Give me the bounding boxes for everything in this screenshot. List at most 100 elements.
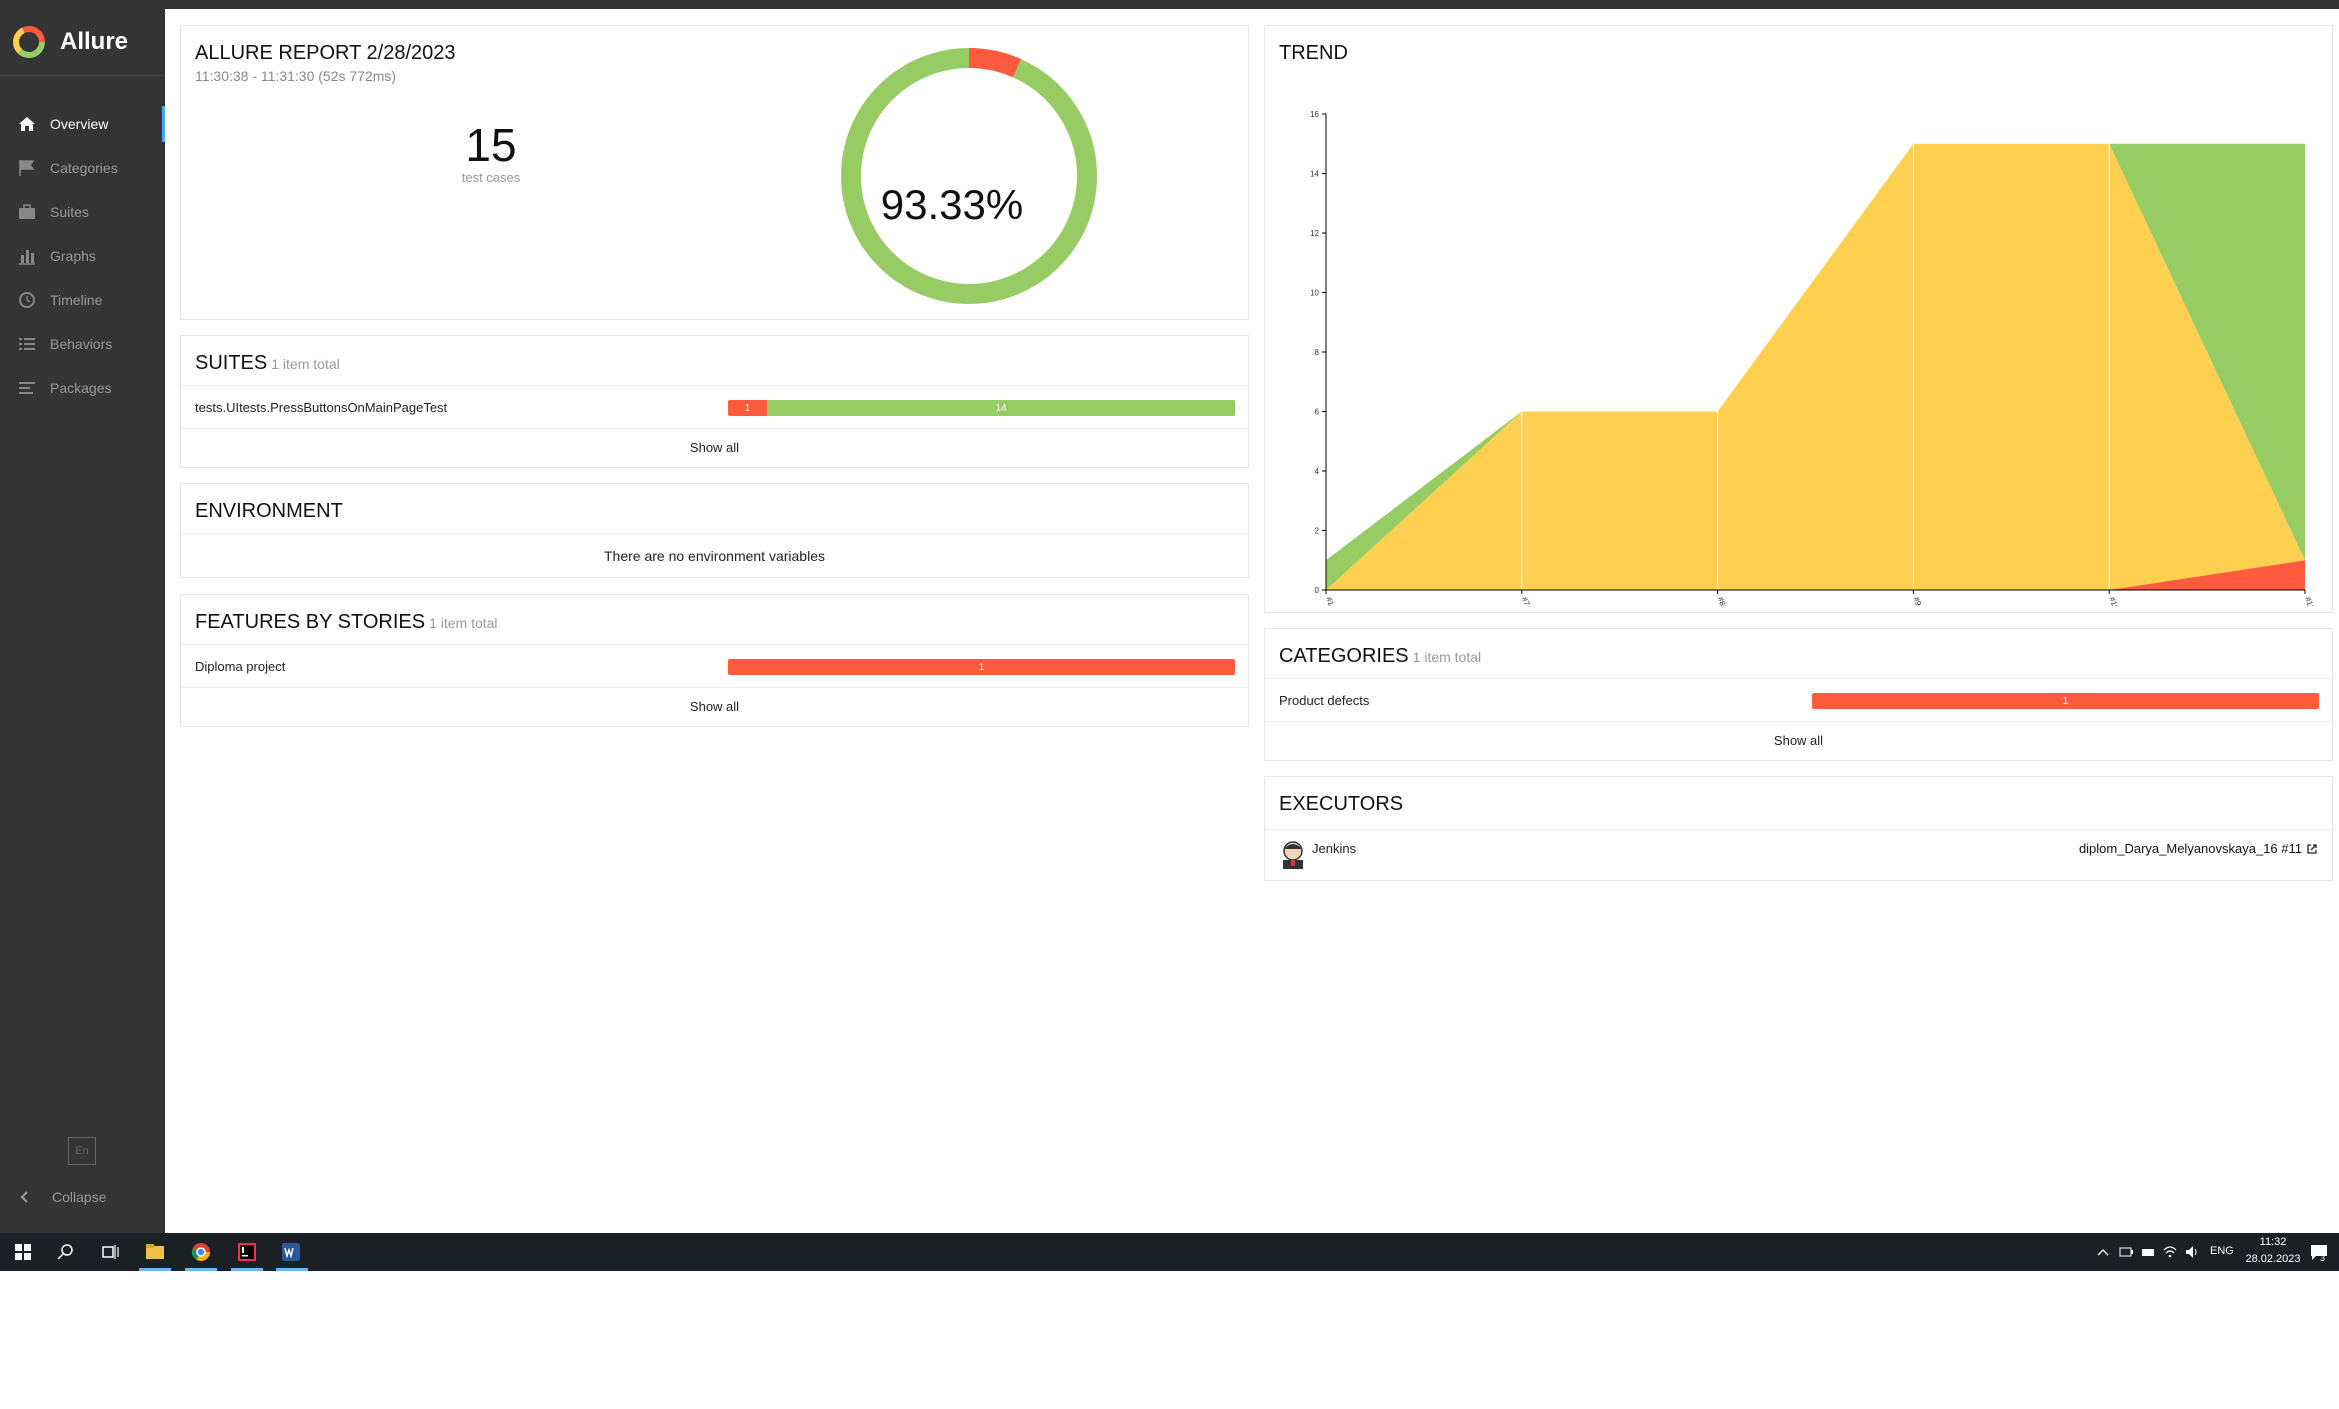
collapse-label: Collapse xyxy=(52,1189,107,1205)
home-icon xyxy=(19,117,35,131)
trend-y-tick-label: 12 xyxy=(1310,229,1319,238)
divider xyxy=(1265,678,2332,679)
jenkins-avatar-icon xyxy=(1283,841,1303,869)
suites-title-text: SUITES xyxy=(195,352,268,374)
sidebar-item-graphs[interactable]: Graphs xyxy=(0,234,165,278)
sidebar-item-categories[interactable]: Categories xyxy=(0,146,165,190)
sidebar-item-label: Packages xyxy=(50,380,112,396)
clock-time[interactable]: 11:32 xyxy=(2245,1236,2301,1248)
trend-x-tick-label: #9 xyxy=(1912,596,1924,606)
feature-status-bar[interactable]: 1 xyxy=(728,659,1235,675)
sidebar-item-behaviors[interactable]: Behaviors xyxy=(0,322,165,366)
divider xyxy=(1265,721,2332,722)
success-rate-donut[interactable] xyxy=(837,44,1101,308)
active-indicator xyxy=(276,1268,308,1271)
donut-passed-segment xyxy=(841,48,1097,304)
align-left-icon xyxy=(19,382,35,394)
category-row-name[interactable]: Product defects xyxy=(1279,693,1369,708)
trend-chart[interactable]: 0 2 4 6 8 10 12 14 16 #1 #7 #8 #9 #10 #11 xyxy=(1265,76,2332,606)
word-icon[interactable] xyxy=(280,1241,302,1263)
suites-show-all-link[interactable]: Show all xyxy=(181,440,1248,455)
divider xyxy=(181,533,1248,534)
features-total: 1 item total xyxy=(429,615,498,631)
trend-y-tick-label: 2 xyxy=(1315,527,1320,536)
executor-name: Jenkins xyxy=(1312,841,1357,856)
test-case-count-label: test cases xyxy=(461,170,521,185)
trend-x-tick-label: #11 xyxy=(2303,596,2316,606)
sidebar-item-overview[interactable]: Overview xyxy=(0,102,165,146)
suite-row-name[interactable]: tests.UItests.PressButtonsOnMainPageTest xyxy=(195,400,447,415)
success-rate: 93.33% xyxy=(880,181,1024,228)
divider xyxy=(1265,829,2332,830)
window-top-bar xyxy=(0,0,2339,9)
test-case-count: 15 xyxy=(465,119,517,171)
suite-status-bar[interactable]: 1 14 xyxy=(728,400,1235,416)
trend-x-tick-label: #7 xyxy=(1520,596,1532,606)
wifi-icon[interactable] xyxy=(2162,1241,2178,1263)
notification-icon[interactable] xyxy=(2308,1241,2330,1263)
file-explorer-icon[interactable] xyxy=(144,1241,166,1263)
external-link-icon xyxy=(2307,843,2317,854)
sidebar-item-packages[interactable]: Packages xyxy=(0,366,165,410)
trend-widget: TREND 0 2 4 6 8 10 12 14 16 #1 #7 #8 #9 #10 #11 xyxy=(1264,25,2333,613)
chevron-up-icon[interactable] xyxy=(2095,1241,2111,1263)
executor-build-label: diplom_Darya_Melyanovskaya_16 #11 xyxy=(2078,841,2302,856)
executors-title: EXECUTORS xyxy=(1279,793,1404,815)
intellij-idea-icon[interactable] xyxy=(236,1241,258,1263)
divider xyxy=(181,385,1248,386)
trend-y-tick-label: 14 xyxy=(1310,170,1319,179)
language-switcher[interactable]: En xyxy=(68,1137,96,1165)
windows-taskbar: ENG 11:32 28.02.2023 3 xyxy=(0,1233,2339,1271)
features-widget: FEATURES BY STORIES 1 item total Diploma … xyxy=(180,594,1249,727)
power-plug-icon[interactable] xyxy=(2140,1241,2156,1263)
clock-icon xyxy=(19,292,35,308)
feature-failed-segment: 1 xyxy=(728,659,1235,675)
trend-x-tick-label: #1 xyxy=(1324,596,1336,606)
volume-icon[interactable] xyxy=(2184,1241,2200,1263)
report-time-range: 11:30:38 - 11:31:30 (52s 772ms) xyxy=(195,68,397,84)
categories-title: CATEGORIES 1 item total xyxy=(1279,645,1481,668)
divider xyxy=(181,644,1248,645)
brand[interactable]: Allure xyxy=(0,9,165,76)
bar-chart-icon xyxy=(19,250,35,265)
environment-widget: ENVIRONMENT There are no environment var… xyxy=(180,483,1249,578)
sidebar-item-label: Timeline xyxy=(50,292,103,308)
suites-total: 1 item total xyxy=(271,356,340,372)
trend-y-tick-label: 10 xyxy=(1310,289,1319,298)
divider xyxy=(181,687,1248,688)
flag-icon xyxy=(19,160,35,176)
summary-widget: ALLURE REPORT 2/28/2023 11:30:38 - 11:31… xyxy=(180,25,1249,320)
category-status-bar[interactable]: 1 xyxy=(1812,693,2319,709)
trend-y-tick-label: 6 xyxy=(1315,408,1320,417)
battery-icon[interactable] xyxy=(2118,1241,2134,1263)
sidebar-item-timeline[interactable]: Timeline xyxy=(0,278,165,322)
sidebar-item-label: Categories xyxy=(50,160,118,176)
suites-title: SUITES 1 item total xyxy=(195,352,340,375)
notification-count: 3 xyxy=(2320,1253,2326,1263)
categories-widget: CATEGORIES 1 item total Product defects 1… xyxy=(1264,628,2333,761)
language-indicator[interactable]: ENG xyxy=(2210,1245,2234,1257)
chrome-icon[interactable] xyxy=(190,1241,212,1263)
features-show-all-link[interactable]: Show all xyxy=(181,699,1248,714)
sidebar-item-label: Behaviors xyxy=(50,336,113,352)
briefcase-icon xyxy=(19,204,35,219)
sidebar-item-label: Graphs xyxy=(50,248,96,264)
sidebar-item-label: Suites xyxy=(50,204,89,220)
task-view-icon[interactable] xyxy=(99,1241,121,1263)
clock-date[interactable]: 28.02.2023 xyxy=(2245,1253,2301,1265)
sidebar-item-suites[interactable]: Suites xyxy=(0,190,165,234)
executor-build-link[interactable]: diplom_Darya_Melyanovskaya_16 #11 xyxy=(2079,841,2318,856)
trend-title: TREND xyxy=(1279,42,1348,64)
allure-logo-icon xyxy=(13,26,45,58)
feature-row-name[interactable]: Diploma project xyxy=(195,659,285,674)
categories-show-all-link[interactable]: Show all xyxy=(1265,733,2332,748)
trend-x-tick-label: #8 xyxy=(1716,596,1728,606)
sidebar: Allure Overview Categories Suites Graphs… xyxy=(0,9,165,1233)
report-title: ALLURE REPORT 2/28/2023 xyxy=(195,42,456,64)
collapse-button[interactable]: Collapse xyxy=(18,1189,106,1205)
trend-y-tick-label: 4 xyxy=(1315,467,1320,476)
sidebar-item-label: Overview xyxy=(50,116,109,132)
search-icon[interactable] xyxy=(55,1241,77,1263)
environment-empty-message: There are no environment variables xyxy=(603,548,825,564)
windows-start-icon[interactable] xyxy=(12,1241,34,1263)
